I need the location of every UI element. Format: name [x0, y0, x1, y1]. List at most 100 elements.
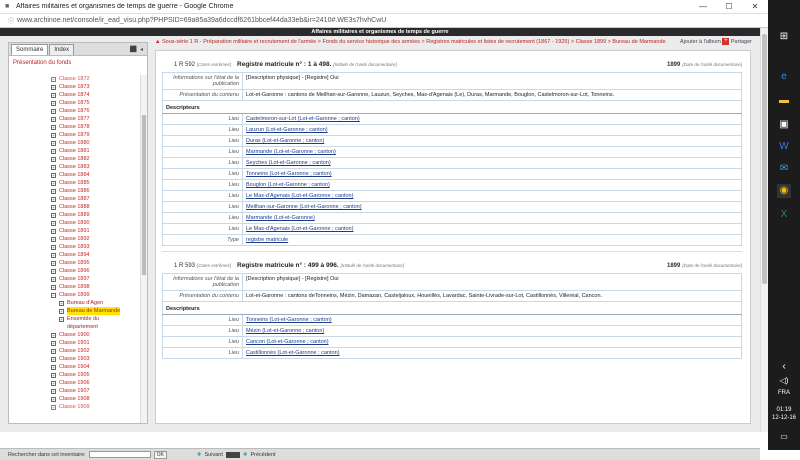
tree-item[interactable]: + Classe 1896: [9, 267, 141, 275]
excel-icon[interactable]: X: [777, 208, 791, 222]
chrome-icon[interactable]: ◉: [777, 184, 791, 198]
descriptor-link[interactable]: Mézin (Lot-et-Garonne ; canton): [246, 328, 324, 334]
expand-node-icon[interactable]: +: [51, 220, 56, 226]
descriptor-link[interactable]: registre matricule: [246, 237, 288, 243]
clock-date[interactable]: 12-12-16: [768, 415, 800, 421]
expand-node-icon[interactable]: +: [51, 332, 56, 338]
descriptor-link[interactable]: Castillonnès (Lot-et-Garonne ; canton): [246, 350, 340, 356]
expand-node-icon[interactable]: +: [51, 340, 56, 346]
tree-item[interactable]: + Classe 1885: [9, 179, 141, 187]
tree-item[interactable]: + Classe 1903: [9, 355, 141, 363]
expand-node-icon[interactable]: +: [51, 204, 56, 210]
tree-item[interactable]: + Classe 1894: [9, 251, 141, 259]
volume-icon[interactable]: ◁): [777, 374, 791, 388]
minimize-icon[interactable]: —: [690, 2, 716, 11]
tree-item[interactable]: + Classe 1909: [9, 403, 141, 411]
folder-icon[interactable]: ▬: [777, 94, 791, 108]
tree-item[interactable]: + Classe 1893: [9, 243, 141, 251]
maximize-icon[interactable]: ☐: [716, 2, 742, 11]
breadcrumb-text[interactable]: Sous-série 1 R - Préparation militaire e…: [162, 39, 666, 45]
ok-button[interactable]: OK: [153, 450, 167, 459]
expand-node-icon[interactable]: +: [51, 236, 56, 242]
expand-node-icon[interactable]: +: [51, 212, 56, 218]
presentation-link[interactable]: Présentation du fonds: [9, 56, 147, 70]
expand-node-icon[interactable]: +: [51, 228, 56, 234]
tree-item[interactable]: + Bureau de Marmande: [9, 307, 141, 315]
tree-item[interactable]: + Classe 1880: [9, 139, 141, 147]
tree-scrollbar[interactable]: [140, 75, 147, 423]
tree-item[interactable]: + Classe 1874: [9, 91, 141, 99]
mail-icon[interactable]: ✉: [777, 162, 791, 176]
prev-link[interactable]: Précédent: [250, 452, 275, 458]
home-icon[interactable]: ▲: [155, 39, 160, 45]
edge-icon[interactable]: e: [777, 70, 791, 84]
tree-item[interactable]: + Classe 1897: [9, 275, 141, 283]
descriptor-link[interactable]: Lauzun (Lot-et-Garonne ; canton): [246, 127, 328, 133]
expand-node-icon[interactable]: +: [51, 388, 56, 394]
expand-node-icon[interactable]: +: [51, 196, 56, 202]
tree-item[interactable]: + Classe 1884: [9, 171, 141, 179]
tree-item[interactable]: + Classe 1888: [9, 203, 141, 211]
expand-node-icon[interactable]: +: [51, 140, 56, 146]
expand-node-icon[interactable]: +: [51, 364, 56, 370]
page-info-icon[interactable]: ⓘ: [8, 16, 14, 25]
tree-item[interactable]: + Ensemble du: [9, 315, 141, 323]
share-link[interactable]: Partager: [731, 39, 752, 45]
expand-node-icon[interactable]: +: [51, 100, 56, 106]
tree-item[interactable]: + Classe 1901: [9, 339, 141, 347]
expand-node-icon[interactable]: +: [51, 156, 56, 162]
tree-item[interactable]: + Classe 1883: [9, 163, 141, 171]
chevron-up-icon[interactable]: ‹: [777, 360, 791, 374]
expand-node-icon[interactable]: +: [51, 172, 56, 178]
expand-node-icon[interactable]: +: [51, 76, 56, 82]
expand-node-icon[interactable]: +: [59, 300, 64, 306]
expand-node-icon[interactable]: +: [51, 108, 56, 114]
tree-item[interactable]: + Classe 1886: [9, 187, 141, 195]
tree-item[interactable]: + Classe 1877: [9, 115, 141, 123]
collapse-icon[interactable]: ◂: [140, 46, 143, 53]
expand-node-icon[interactable]: +: [51, 404, 56, 410]
share-icon[interactable]: +: [722, 38, 730, 46]
expand-node-icon[interactable]: +: [59, 316, 64, 322]
descriptor-link[interactable]: Meilhan-sur-Garonne (Lot-et-Garonne ; ca…: [246, 204, 362, 210]
descriptor-link[interactable]: Bouglon (Lot-et-Garonne ; canton): [246, 182, 330, 188]
tree-item[interactable]: + Classe 1879: [9, 131, 141, 139]
descriptor-link[interactable]: Tonneins (Lot-et-Garonne ; canton): [246, 317, 332, 323]
tree-item[interactable]: + Classe 1906: [9, 379, 141, 387]
notifications-icon[interactable]: ▭: [777, 430, 791, 444]
expand-node-icon[interactable]: +: [51, 92, 56, 98]
expand-node-icon[interactable]: +: [51, 348, 56, 354]
tree-item[interactable]: + Classe 1882: [9, 155, 141, 163]
expand-node-icon[interactable]: +: [51, 116, 56, 122]
descriptor-link[interactable]: Duras (Lot-et-Garonne ; canton): [246, 138, 324, 144]
expand-node-icon[interactable]: +: [51, 124, 56, 130]
descriptor-link[interactable]: Le Mas-d'Agenais (Lot-et-Garonne ; canto…: [246, 226, 353, 232]
pdf-icon[interactable]: ⬛: [130, 46, 137, 53]
lang-indicator[interactable]: FRA: [768, 390, 800, 396]
tree-item[interactable]: département: [9, 323, 141, 331]
clock-time[interactable]: 01:19: [768, 407, 800, 413]
tree-item[interactable]: + Classe 1895: [9, 259, 141, 267]
descriptor-link[interactable]: Tonneins (Lot-et-Garonne ; canton): [246, 171, 332, 177]
tree-item[interactable]: − Classe 1899: [9, 291, 141, 299]
expand-node-icon[interactable]: +: [59, 308, 64, 314]
tree-item[interactable]: + Classe 1900: [9, 331, 141, 339]
tab-summary[interactable]: Sommaire: [11, 44, 49, 55]
search-input[interactable]: [88, 451, 151, 458]
expand-node-icon[interactable]: +: [51, 180, 56, 186]
tree-item[interactable]: + Classe 1905: [9, 371, 141, 379]
descriptor-link[interactable]: Marmande (Lot-et-Garonne ; canton): [246, 149, 336, 155]
tree-item[interactable]: + Classe 1902: [9, 347, 141, 355]
expand-node-icon[interactable]: +: [51, 148, 56, 154]
tree-item[interactable]: + Classe 1908: [9, 395, 141, 403]
word-icon[interactable]: W: [777, 140, 791, 154]
expand-node-icon[interactable]: +: [51, 244, 56, 250]
close-icon[interactable]: ✕: [742, 2, 768, 11]
tree-item[interactable]: + Classe 1872: [9, 75, 141, 83]
tree-item[interactable]: + Classe 1898: [9, 283, 141, 291]
tree-item[interactable]: + Classe 1876: [9, 107, 141, 115]
start-icon[interactable]: ⊞: [777, 30, 791, 44]
expand-node-icon[interactable]: +: [51, 252, 56, 258]
store-icon[interactable]: ▣: [777, 118, 791, 132]
tree-item[interactable]: + Classe 1904: [9, 363, 141, 371]
